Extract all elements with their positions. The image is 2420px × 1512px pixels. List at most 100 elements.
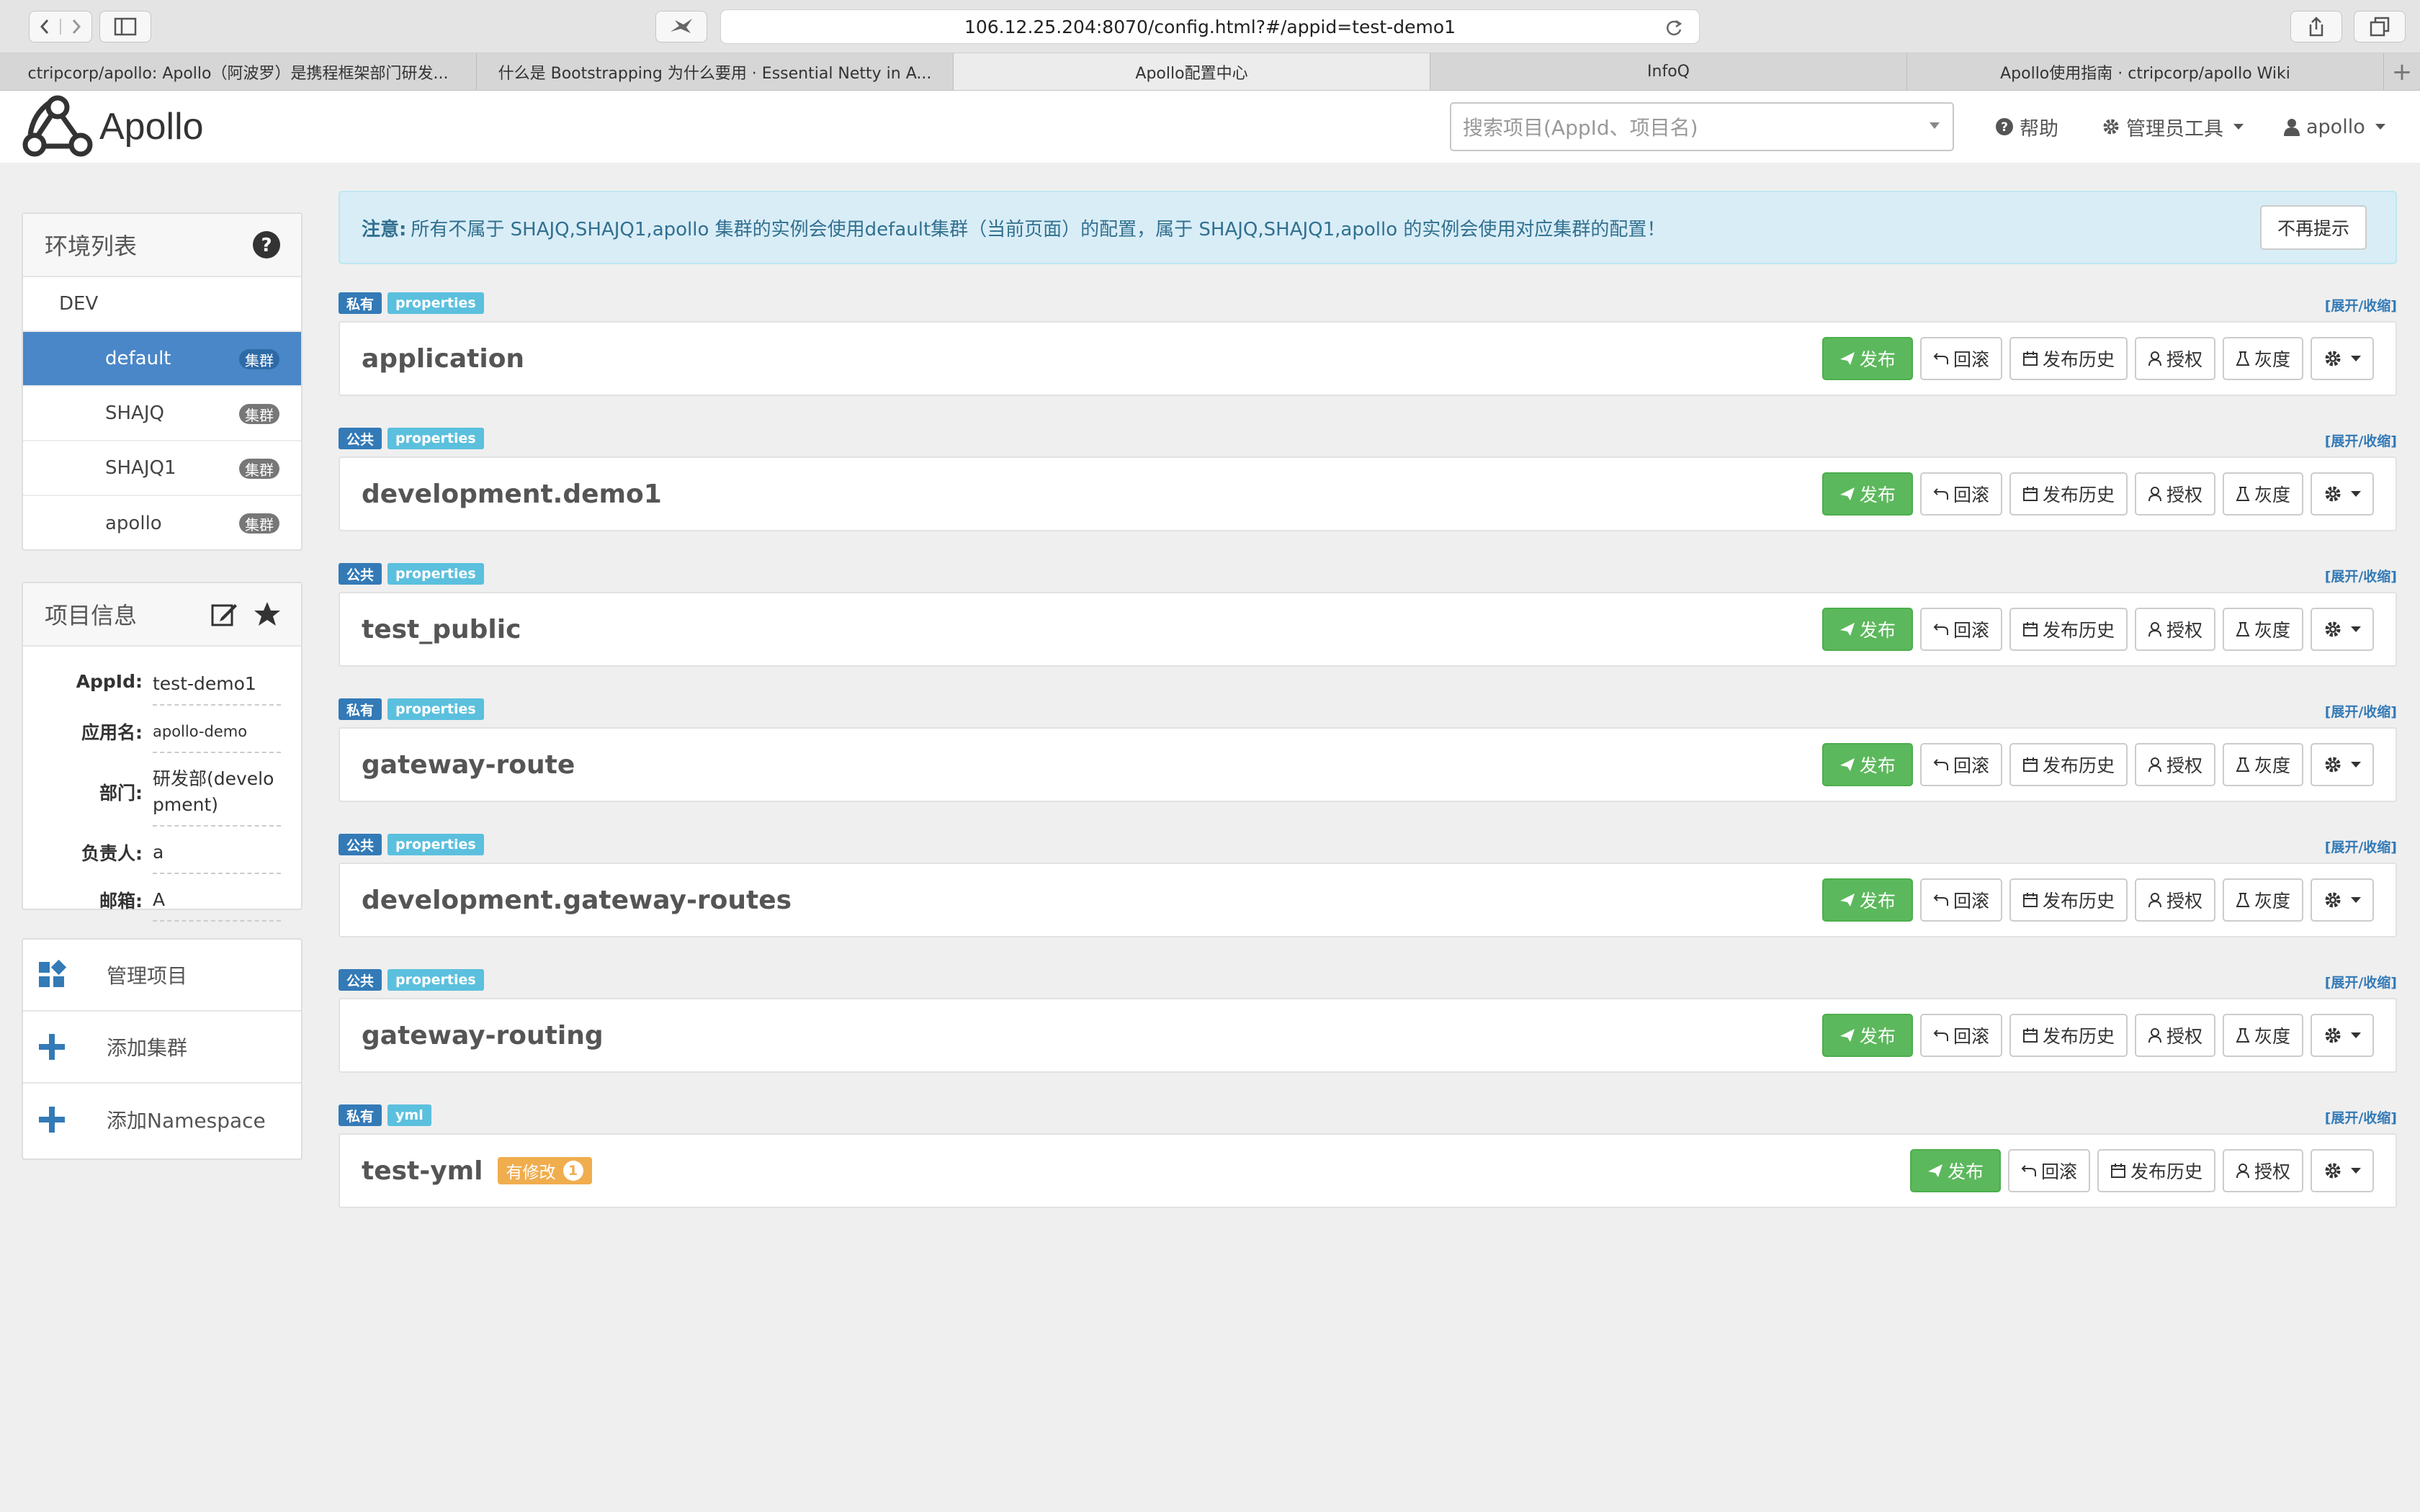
namespace-actions: 发布 回滚 发布历史 授权 灰度 — [1821, 337, 2374, 380]
project-search-select[interactable]: 搜索项目(AppId、项目名) — [1450, 102, 1954, 151]
namespace-settings-dropdown[interactable] — [2311, 472, 2374, 516]
publish-button[interactable]: 发布 — [1821, 608, 1913, 651]
namespace-name: test_public — [362, 593, 521, 665]
gray-release-button[interactable]: 灰度 — [2222, 337, 2303, 380]
release-history-button[interactable]: 发布历史 — [2009, 608, 2128, 651]
browser-tab-active[interactable]: Apollo配置中心 — [954, 53, 1430, 90]
cluster-item-shajq1[interactable]: SHAJQ1 集群 — [23, 441, 301, 496]
namespace-card: application 发布 回滚 发布历史 授权 灰度 — [339, 321, 2397, 396]
scope-label: 私有 — [339, 698, 382, 720]
question-circle-icon[interactable]: ? — [252, 230, 281, 259]
grant-button[interactable]: 授权 — [2222, 1149, 2303, 1192]
cluster-badge: 集群 — [239, 513, 279, 534]
help-link[interactable]: ? 帮助 — [1995, 91, 2058, 163]
namespace-name-text: gateway-route — [362, 750, 575, 780]
publish-button[interactable]: 发布 — [1821, 878, 1913, 922]
new-tab-button[interactable]: + — [2384, 53, 2420, 90]
rollback-button[interactable]: 回滚 — [2007, 1149, 2090, 1192]
expand-collapse-link[interactable]: [展开/收缩] — [2325, 566, 2397, 585]
publish-button[interactable]: 发布 — [1821, 743, 1913, 786]
admin-tools-dropdown[interactable]: 管理员工具 — [2102, 91, 2244, 163]
scope-label: 公共 — [339, 563, 382, 585]
bookmark-button[interactable] — [655, 11, 707, 42]
release-history-button[interactable]: 发布历史 — [2009, 878, 2128, 922]
grant-button[interactable]: 授权 — [2134, 337, 2215, 380]
rollback-button[interactable]: 回滚 — [1919, 472, 2002, 516]
namespace-settings-dropdown[interactable] — [2311, 743, 2374, 786]
gray-release-button[interactable]: 灰度 — [2222, 743, 2303, 786]
grant-button[interactable]: 授权 — [2134, 743, 2215, 786]
add-cluster-button[interactable]: 添加集群 — [23, 1012, 301, 1084]
publish-button[interactable]: 发布 — [1909, 1149, 2001, 1192]
browser-tab[interactable]: Apollo使用指南 · ctripcorp/apollo Wiki — [1907, 53, 2384, 90]
calendar-icon — [2022, 1028, 2038, 1043]
cluster-item-shajq[interactable]: SHAJQ 集群 — [23, 387, 301, 441]
release-history-button[interactable]: 发布历史 — [2009, 1014, 2128, 1057]
tabs-overview-button[interactable] — [2354, 11, 2406, 42]
release-history-button[interactable]: 发布历史 — [2009, 472, 2128, 516]
manage-project-button[interactable]: 管理项目 — [23, 940, 301, 1012]
brand-logo[interactable]: Apollo — [20, 91, 204, 163]
browser-tab[interactable]: 什么是 Bootstrapping 为什么要用 · Essential Nett… — [477, 53, 954, 90]
env-item-dev[interactable]: DEV — [23, 277, 301, 332]
btn-label: 发布历史 — [2042, 349, 2115, 370]
rollback-button[interactable]: 回滚 — [1919, 878, 2002, 922]
format-label: properties — [387, 428, 484, 449]
gray-release-button[interactable]: 灰度 — [2222, 878, 2303, 922]
namespace-panel: 私有 properties [展开/收缩] gateway-route 发布 回… — [339, 698, 2397, 814]
edit-icon[interactable] — [210, 600, 238, 628]
back-forward-buttons[interactable] — [29, 11, 92, 42]
expand-collapse-link[interactable]: [展开/收缩] — [2325, 972, 2397, 991]
reload-icon[interactable] — [1664, 19, 1683, 37]
browser-toolbar: 106.12.25.204:8070/config.html?#/appid=t… — [0, 0, 2420, 53]
publish-button[interactable]: 发布 — [1821, 337, 1913, 380]
browser-tab[interactable]: InfoQ — [1430, 53, 1907, 90]
publish-button[interactable]: 发布 — [1821, 1014, 1913, 1057]
gray-release-button[interactable]: 灰度 — [2222, 608, 2303, 651]
gray-release-button[interactable]: 灰度 — [2222, 1014, 2303, 1057]
address-bar[interactable]: 106.12.25.204:8070/config.html?#/appid=t… — [720, 9, 1700, 44]
expand-collapse-link[interactable]: [展开/收缩] — [2325, 431, 2397, 450]
release-history-button[interactable]: 发布历史 — [2009, 337, 2128, 380]
namespace-name-text: development.demo1 — [362, 479, 662, 509]
rollback-button[interactable]: 回滚 — [1919, 743, 2002, 786]
rollback-button[interactable]: 回滚 — [1919, 608, 2002, 651]
expand-collapse-link[interactable]: [展开/收缩] — [2325, 837, 2397, 856]
grant-button[interactable]: 授权 — [2134, 608, 2215, 651]
rollback-button[interactable]: 回滚 — [1919, 337, 2002, 380]
expand-collapse-link[interactable]: [展开/收缩] — [2325, 295, 2397, 315]
user-dropdown[interactable]: apollo — [2283, 91, 2385, 163]
namespace-settings-dropdown[interactable] — [2311, 1149, 2374, 1192]
namespace-settings-dropdown[interactable] — [2311, 608, 2374, 651]
gray-release-button[interactable]: 灰度 — [2222, 472, 2303, 516]
back-forward-icon — [40, 19, 81, 35]
grant-button[interactable]: 授权 — [2134, 878, 2215, 922]
star-icon[interactable] — [254, 600, 281, 628]
btn-label: 灰度 — [2254, 349, 2290, 370]
gear-icon — [2325, 1027, 2341, 1043]
browser-tab[interactable]: ctripcorp/apollo: Apollo（阿波罗）是携程框架部门研发..… — [0, 53, 477, 90]
namespace-settings-dropdown[interactable] — [2311, 878, 2374, 922]
info-row-department: 部门: 研发部(development) — [37, 757, 281, 827]
info-row-email: 邮箱: A — [37, 878, 281, 922]
sidebar-toggle-button[interactable] — [99, 11, 151, 42]
add-namespace-button[interactable]: 添加Namespace — [23, 1084, 301, 1156]
cluster-item-default[interactable]: default 集群 — [23, 332, 301, 387]
publish-button[interactable]: 发布 — [1821, 472, 1913, 516]
project-info-header: 项目信息 — [23, 583, 301, 647]
expand-collapse-link[interactable]: [展开/收缩] — [2325, 701, 2397, 721]
grant-button[interactable]: 授权 — [2134, 472, 2215, 516]
namespace-labels: 私有 properties — [339, 292, 484, 314]
share-button[interactable] — [2290, 11, 2342, 42]
expand-collapse-link[interactable]: [展开/收缩] — [2325, 1107, 2397, 1127]
namespace-settings-dropdown[interactable] — [2311, 337, 2374, 380]
cluster-item-apollo[interactable]: apollo 集群 — [23, 496, 301, 551]
dismiss-notice-button[interactable]: 不再提示 — [2259, 205, 2367, 250]
release-history-button[interactable]: 发布历史 — [2097, 1149, 2215, 1192]
info-value: a — [153, 831, 281, 874]
chevron-down-icon — [1930, 122, 1940, 129]
release-history-button[interactable]: 发布历史 — [2009, 743, 2128, 786]
grant-button[interactable]: 授权 — [2134, 1014, 2215, 1057]
rollback-button[interactable]: 回滚 — [1919, 1014, 2002, 1057]
namespace-settings-dropdown[interactable] — [2311, 1014, 2374, 1057]
